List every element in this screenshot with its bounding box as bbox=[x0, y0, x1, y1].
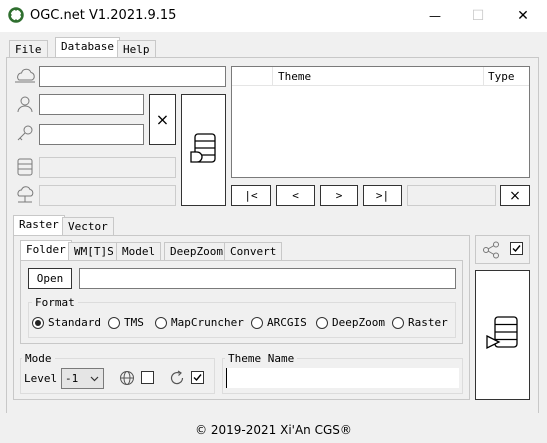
open-folder-button[interactable]: Open bbox=[28, 268, 72, 289]
folder-path-input[interactable] bbox=[79, 268, 456, 289]
user-icon bbox=[16, 95, 34, 113]
tab-deepzoom[interactable]: DeepZoom bbox=[164, 242, 229, 261]
connect-database-button[interactable] bbox=[181, 94, 226, 206]
theme-name-input[interactable] bbox=[226, 368, 459, 388]
share-icon bbox=[482, 241, 500, 259]
start-conversion-button[interactable] bbox=[475, 270, 530, 400]
share-checkbox[interactable] bbox=[510, 242, 523, 255]
minimize-button[interactable]: — bbox=[415, 0, 455, 32]
tab-help[interactable]: Help bbox=[117, 40, 156, 58]
clear-table-button[interactable]: × bbox=[500, 185, 530, 206]
format-option-raster[interactable]: Raster bbox=[392, 316, 448, 329]
tab-folder[interactable]: Folder bbox=[20, 240, 72, 261]
tab-wmts[interactable]: WM[T]S bbox=[68, 242, 120, 261]
server-input[interactable] bbox=[39, 66, 226, 87]
database-select[interactable] bbox=[39, 157, 176, 178]
format-option-deepzoom[interactable]: DeepZoom bbox=[316, 316, 385, 329]
chevron-down-icon bbox=[90, 374, 99, 383]
database-list-icon bbox=[17, 158, 33, 176]
format-label: Format bbox=[32, 296, 78, 309]
format-option-mapcruncher[interactable]: MapCruncher bbox=[155, 316, 244, 329]
next-page-button[interactable]: > bbox=[320, 185, 358, 206]
page-input[interactable] bbox=[407, 185, 496, 206]
tab-vector[interactable]: Vector bbox=[62, 217, 114, 236]
mode-label: Mode bbox=[22, 352, 55, 365]
tab-raster[interactable]: Raster bbox=[13, 215, 65, 236]
refresh-icon bbox=[169, 370, 185, 386]
table-header: Theme Type bbox=[232, 67, 529, 86]
tab-convert[interactable]: Convert bbox=[224, 242, 283, 261]
level-label: Level bbox=[24, 372, 58, 385]
globe-checkbox[interactable] bbox=[141, 371, 154, 384]
app-logo-icon bbox=[8, 7, 24, 23]
clear-login-button[interactable]: × bbox=[149, 94, 176, 145]
first-page-button[interactable]: |< bbox=[231, 185, 271, 206]
maximize-button[interactable]: ☐ bbox=[458, 0, 498, 32]
refresh-checkbox[interactable] bbox=[191, 371, 204, 384]
theme-table[interactable]: Theme Type bbox=[231, 66, 530, 178]
last-page-button[interactable]: >| bbox=[363, 185, 402, 206]
cloud-network-icon bbox=[15, 186, 35, 204]
database-connect-icon bbox=[189, 130, 219, 170]
database-play-icon bbox=[483, 314, 523, 356]
column-header-theme[interactable]: Theme bbox=[278, 70, 311, 83]
column-header-type[interactable]: Type bbox=[488, 70, 515, 83]
window-title: OGC.net V1.2021.9.15 bbox=[30, 8, 177, 23]
footer-copyright: © 2019-2021 Xi'An CGS® bbox=[195, 423, 352, 437]
tab-file[interactable]: File bbox=[9, 40, 48, 58]
row-selector-header bbox=[232, 67, 273, 86]
format-option-arcgis[interactable]: ARCGIS bbox=[251, 316, 307, 329]
remote-database-select[interactable] bbox=[39, 185, 176, 206]
title-bar: OGC.net V1.2021.9.15 — ☐ ✕ bbox=[0, 0, 547, 32]
format-option-tms[interactable]: TMS bbox=[108, 316, 144, 329]
prev-page-button[interactable]: < bbox=[276, 185, 315, 206]
globe-icon bbox=[119, 370, 135, 386]
tab-database[interactable]: Database bbox=[55, 37, 120, 58]
cloud-server-icon bbox=[14, 68, 36, 84]
close-button[interactable]: ✕ bbox=[503, 0, 543, 32]
theme-name-label: Theme Name bbox=[225, 352, 298, 365]
password-input[interactable] bbox=[39, 124, 144, 145]
tab-model[interactable]: Model bbox=[116, 242, 162, 261]
user-input[interactable] bbox=[39, 94, 144, 115]
level-select[interactable]: -1 bbox=[61, 368, 104, 389]
format-option-standard[interactable]: Standard bbox=[32, 316, 101, 329]
key-icon bbox=[16, 124, 34, 142]
